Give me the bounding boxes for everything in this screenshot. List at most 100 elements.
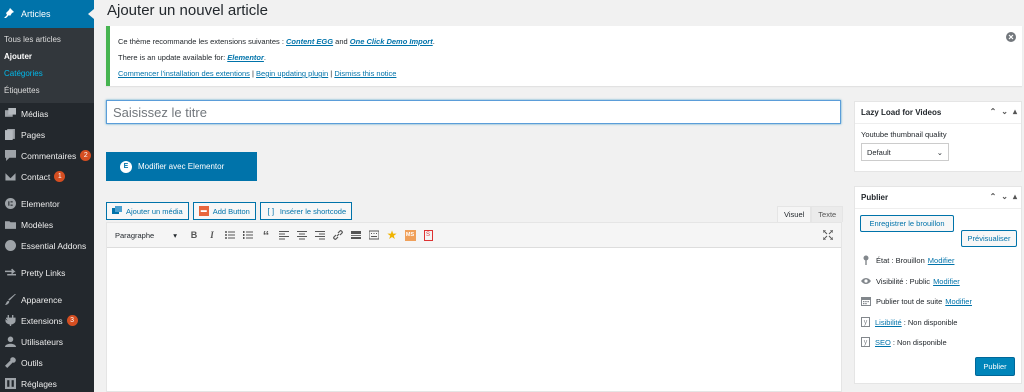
blockquote-button[interactable]: “ <box>257 227 275 243</box>
sidebar-item-settings[interactable]: Réglages <box>0 373 94 392</box>
submenu-all-articles[interactable]: Tous les articles <box>0 31 94 48</box>
sidebar-item-label: Apparence <box>21 294 63 305</box>
insert-shortcode-button[interactable]: [ ] Insérer le shortcode <box>259 202 353 220</box>
comments-icon <box>4 150 16 162</box>
preview-button[interactable]: Prévisualiser <box>961 230 1017 247</box>
lazy-load-header: Lazy Load for Videos ⌃ ⌄ ▴ <box>855 102 1021 124</box>
edit-schedule-link[interactable]: Modifier <box>945 297 972 306</box>
content-editor[interactable]: Paragraphe ▾ B I “ ★ MS S <box>106 222 842 392</box>
tab-visual[interactable]: Visuel <box>777 206 812 222</box>
sidebar-item-tools[interactable]: Outils <box>0 352 94 373</box>
align-center-button[interactable] <box>293 227 311 243</box>
sidebar-item-pages[interactable]: Pages <box>0 124 94 145</box>
format-select[interactable]: Paragraphe ▾ <box>111 228 181 242</box>
edit-status-link[interactable]: Modifier <box>928 256 955 265</box>
sidebar-item-label: Extensions <box>21 315 63 326</box>
link-icon <box>333 230 343 240</box>
sidebar-item-contact[interactable]: Contact 1 <box>0 166 94 187</box>
sidebar-item-comments[interactable]: Commentaires 2 <box>0 145 94 166</box>
publish-header: Publier ⌃ ⌄ ▴ <box>855 187 1021 209</box>
yoast-icon: y <box>861 317 870 327</box>
comments-count-badge: 2 <box>80 150 92 161</box>
notice-line-3: Commencer l'installation des extentions … <box>118 69 397 78</box>
readability-link[interactable]: Lisibilité <box>875 318 902 327</box>
submenu-categories[interactable]: Catégories <box>0 65 94 82</box>
chevron-down-icon[interactable]: ⌄ <box>1001 192 1008 201</box>
align-right-button[interactable] <box>311 227 329 243</box>
content-egg-link[interactable]: Content EGG <box>286 37 333 46</box>
dismiss-notice-link[interactable]: Dismiss this notice <box>334 69 396 78</box>
ms-plugin-button[interactable]: MS <box>401 227 419 243</box>
bullet-list-icon <box>225 231 235 239</box>
star-icon[interactable]: ★ <box>383 227 401 243</box>
sidebar-item-label: Commentaires <box>21 150 77 161</box>
editor-toolbar: Paragraphe ▾ B I “ ★ MS S <box>107 223 841 248</box>
read-more-button[interactable] <box>347 227 365 243</box>
sidebar-submenu: Tous les articles Ajouter Catégories Éti… <box>0 28 94 103</box>
post-title-input[interactable] <box>106 100 841 124</box>
sidebar-item-media[interactable]: Médias <box>0 103 94 124</box>
readability-row: y Lisibilité : Non disponible <box>861 317 957 327</box>
submenu-tags[interactable]: Étiquettes <box>0 82 94 99</box>
sidebar-item-articles[interactable]: Articles <box>0 0 94 28</box>
sidebar-item-users[interactable]: Utilisateurs <box>0 331 94 352</box>
page-title: Ajouter un nouvel article <box>107 2 268 19</box>
edit-with-elementor-button[interactable]: E Modifier avec Elementor <box>106 152 257 181</box>
publish-button[interactable]: Publier <box>975 357 1015 376</box>
bold-button[interactable]: B <box>185 227 203 243</box>
plugin-notice: Ce thème recommande les extensions suiva… <box>106 26 1022 86</box>
shortcode-plugin-button[interactable]: S <box>419 227 437 243</box>
chevron-down-icon[interactable]: ⌄ <box>1001 107 1008 116</box>
elementor-update-link[interactable]: Elementor <box>227 53 264 62</box>
add-media-button[interactable]: Ajouter un média <box>106 202 189 220</box>
submenu-add[interactable]: Ajouter <box>0 48 94 65</box>
add-button-button[interactable]: ▬ Add Button <box>192 202 256 220</box>
elementor-icon: E <box>120 160 132 173</box>
sidebar-item-pretty-links[interactable]: Pretty Links <box>0 262 94 283</box>
sidebar-item-label: Pages <box>21 129 46 140</box>
toggle-arrow-icon[interactable]: ▴ <box>1013 107 1017 116</box>
edit-visibility-link[interactable]: Modifier <box>933 277 960 286</box>
button-label: Modifier avec Elementor <box>138 162 225 171</box>
tab-text[interactable]: Texte <box>811 206 844 222</box>
italic-button[interactable]: I <box>203 227 221 243</box>
sidebar-item-label: Modèles <box>21 219 54 230</box>
chevron-up-icon[interactable]: ⌃ <box>990 192 997 201</box>
yoast-icon: y <box>861 337 870 347</box>
align-left-button[interactable] <box>275 227 293 243</box>
ocdi-link[interactable]: One Click Demo Import <box>350 37 433 46</box>
elementor-icon <box>4 198 16 210</box>
sidebar-item-elementor[interactable]: Elementor <box>0 193 94 214</box>
sidebar-item-appearance[interactable]: Apparence <box>0 289 94 310</box>
sidebar-item-label: Médias <box>21 108 49 119</box>
chevron-down-icon: ▾ <box>173 230 177 240</box>
sidebar-item-templates[interactable]: Modèles <box>0 214 94 235</box>
shortcode-icon: [ ] <box>267 206 275 216</box>
sidebar-item-label: Essential Addons <box>21 240 87 251</box>
bullet-list-button[interactable] <box>221 227 239 243</box>
schedule-row: Publier tout de suite Modifier <box>861 296 972 306</box>
sidebar-item-label: Pretty Links <box>21 267 66 278</box>
install-plugins-link[interactable]: Commencer l'installation des extentions <box>118 69 250 78</box>
eye-icon <box>861 276 871 286</box>
fullscreen-icon[interactable] <box>823 230 833 240</box>
close-icon[interactable] <box>1006 32 1016 42</box>
begin-updating-link[interactable]: Begin updating plugin <box>256 69 328 78</box>
insert-link-button[interactable] <box>329 227 347 243</box>
thumbnail-quality-select[interactable]: Default ⌄ <box>861 143 949 161</box>
calendar-icon <box>861 296 871 306</box>
save-draft-button[interactable]: Enregistrer le brouillon <box>860 215 954 232</box>
numbered-list-button[interactable] <box>239 227 257 243</box>
align-right-icon <box>315 231 325 240</box>
sidebar-item-plugins[interactable]: Extensions 3 <box>0 310 94 331</box>
seo-link[interactable]: SEO <box>875 338 891 347</box>
chevron-up-icon[interactable]: ⌃ <box>990 107 997 116</box>
media-icon <box>4 108 16 120</box>
lazy-load-box: Lazy Load for Videos ⌃ ⌄ ▴ Youtube thumb… <box>854 101 1022 172</box>
sidebar-item-essential-addons[interactable]: Essential Addons <box>0 235 94 256</box>
toolbar-toggle-button[interactable] <box>365 227 383 243</box>
notice-line-1: Ce thème recommande les extensions suiva… <box>118 37 435 46</box>
status-row: État : Brouillon Modifier <box>861 255 954 265</box>
sidebar-item-label: Utilisateurs <box>21 336 64 347</box>
toggle-arrow-icon[interactable]: ▴ <box>1013 192 1017 201</box>
